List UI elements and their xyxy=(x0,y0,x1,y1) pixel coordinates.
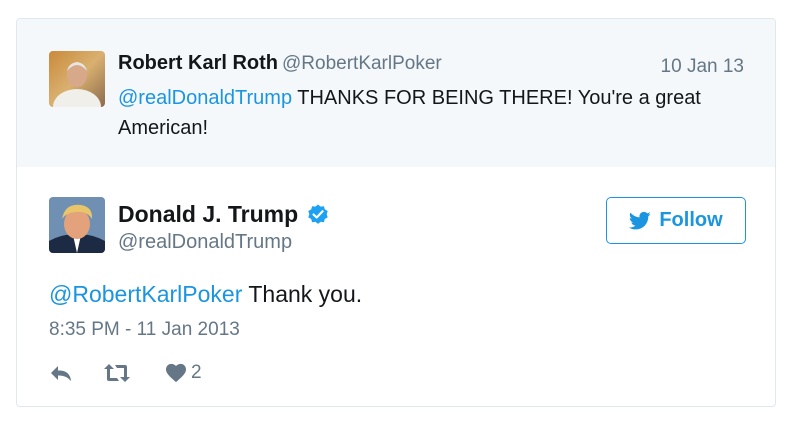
quoted-tweet-date[interactable]: 10 Jan 13 xyxy=(661,56,744,78)
like-button[interactable]: 2 xyxy=(165,362,202,384)
author-avatar[interactable] xyxy=(49,197,105,253)
tweet-text: @RobertKarlPoker Thank you. xyxy=(49,281,362,308)
verified-badge-icon xyxy=(306,203,330,227)
follow-button[interactable]: Follow xyxy=(606,197,746,244)
tweet-actions: 2 xyxy=(49,360,202,386)
quoted-tweet[interactable]: Robert Karl Roth @RobertKarlPoker 10 Jan … xyxy=(17,19,775,167)
tweet-timestamp[interactable]: 8:35 PM - 11 Jan 2013 xyxy=(49,319,240,341)
author-handle[interactable]: @realDonaldTrump xyxy=(118,231,292,254)
quoted-author-name[interactable]: Robert Karl Roth xyxy=(118,52,278,74)
quoted-author-handle[interactable]: @RobertKarlPoker xyxy=(282,53,442,74)
author-name[interactable]: Donald J. Trump xyxy=(118,201,298,228)
follow-button-label: Follow xyxy=(659,209,723,231)
like-count: 2 xyxy=(191,362,202,383)
quoted-author-row: Robert Karl Roth @RobertKarlPoker xyxy=(118,52,442,75)
mention-link[interactable]: @RobertKarlPoker xyxy=(49,281,242,307)
tweet-body: Thank you. xyxy=(242,281,363,307)
twitter-bird-icon xyxy=(629,211,651,231)
author-name-row: Donald J. Trump xyxy=(118,201,330,228)
quoted-mention-link[interactable]: @realDonaldTrump xyxy=(118,87,292,109)
retweet-icon[interactable] xyxy=(103,363,131,383)
tweet-embed-card: Robert Karl Roth @RobertKarlPoker 10 Jan … xyxy=(16,18,776,407)
reply-icon[interactable] xyxy=(49,363,73,383)
quoted-tweet-text: @realDonaldTrump THANKS FOR BEING THERE!… xyxy=(118,83,758,143)
quoted-author-avatar[interactable] xyxy=(49,51,105,107)
heart-icon xyxy=(165,363,187,383)
